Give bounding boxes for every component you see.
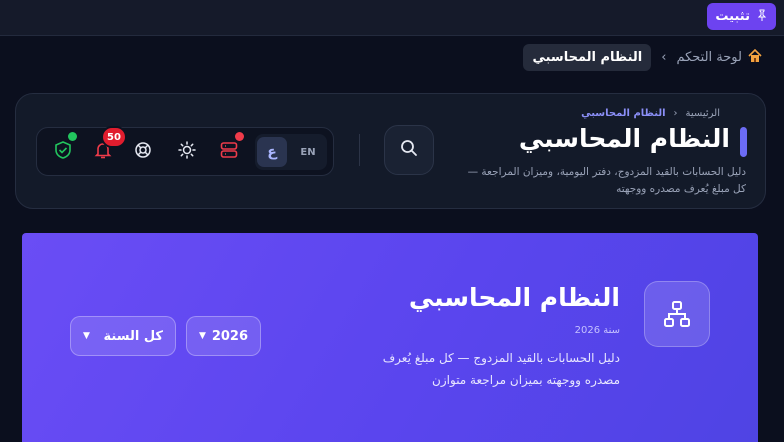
security-button[interactable] bbox=[47, 132, 79, 168]
pin-icon bbox=[756, 9, 768, 24]
pin-label: تثبيت bbox=[715, 9, 750, 24]
header-breadcrumb: الرئيسية ‹ النظام المحاسبي bbox=[581, 108, 720, 119]
header-crumb-home[interactable]: الرئيسية bbox=[686, 108, 720, 119]
chevron-down-icon: ▼ bbox=[83, 331, 90, 341]
server-status-button[interactable] bbox=[213, 132, 245, 168]
sun-icon bbox=[177, 140, 197, 164]
server-alert-dot bbox=[235, 132, 244, 141]
lang-english-button[interactable]: EN bbox=[293, 137, 323, 167]
lang-arabic-button[interactable]: ع bbox=[257, 137, 287, 167]
period-select[interactable]: كل السنة ▼ bbox=[70, 316, 176, 356]
search-button[interactable] bbox=[384, 125, 434, 175]
hero-year-label: سنة 2026 bbox=[574, 325, 620, 336]
hero-description: دليل الحسابات بالقيد المزدوج — كل مبلغ ي… bbox=[382, 351, 620, 387]
period-select-value: كل السنة bbox=[103, 328, 163, 344]
page-description: دليل الحسابات بالقيد المزدوج، دفتر اليوم… bbox=[467, 166, 746, 195]
support-button[interactable] bbox=[127, 136, 159, 168]
theme-toggle-button[interactable] bbox=[171, 136, 203, 168]
server-icon bbox=[219, 140, 239, 164]
page-header-card: الرئيسية ‹ النظام المحاسبي النظام المحاس… bbox=[15, 93, 766, 209]
title-accent-bar bbox=[740, 127, 747, 157]
hero-title: النظام المحاسبي bbox=[408, 283, 620, 312]
year-select-value: 2026 bbox=[211, 328, 248, 344]
hierarchy-icon bbox=[644, 281, 710, 347]
breadcrumb-current: النظام المحاسبي bbox=[523, 44, 652, 71]
home-icon bbox=[748, 48, 762, 67]
header-crumb-current: النظام المحاسبي bbox=[581, 108, 666, 119]
page-title: النظام المحاسبي bbox=[518, 124, 730, 153]
breadcrumb-home-label: لوحة التحكم bbox=[676, 50, 742, 65]
header-crumb-separator: ‹ bbox=[673, 108, 678, 119]
pin-button[interactable]: تثبيت bbox=[707, 3, 776, 30]
breadcrumb-separator: › bbox=[661, 50, 667, 65]
header-divider bbox=[359, 134, 360, 166]
breadcrumb: لوحة التحكم › النظام المحاسبي bbox=[0, 37, 784, 78]
notification-count-badge: 50 bbox=[101, 126, 127, 148]
top-bar: تثبيت bbox=[0, 0, 784, 36]
shield-check-icon bbox=[53, 140, 73, 164]
header-toolbar: 50 ع EN bbox=[36, 126, 334, 176]
hero-banner: النظام المحاسبي سنة 2026 دليل الحسابات ب… bbox=[22, 233, 758, 442]
chevron-down-icon: ▼ bbox=[199, 331, 206, 341]
lifebuoy-icon bbox=[133, 140, 153, 164]
year-select[interactable]: 2026 ▼ bbox=[186, 316, 261, 356]
search-icon bbox=[400, 139, 418, 161]
language-switcher: ع EN bbox=[255, 134, 327, 170]
breadcrumb-home[interactable]: لوحة التحكم bbox=[676, 48, 762, 67]
security-status-dot bbox=[68, 132, 77, 141]
